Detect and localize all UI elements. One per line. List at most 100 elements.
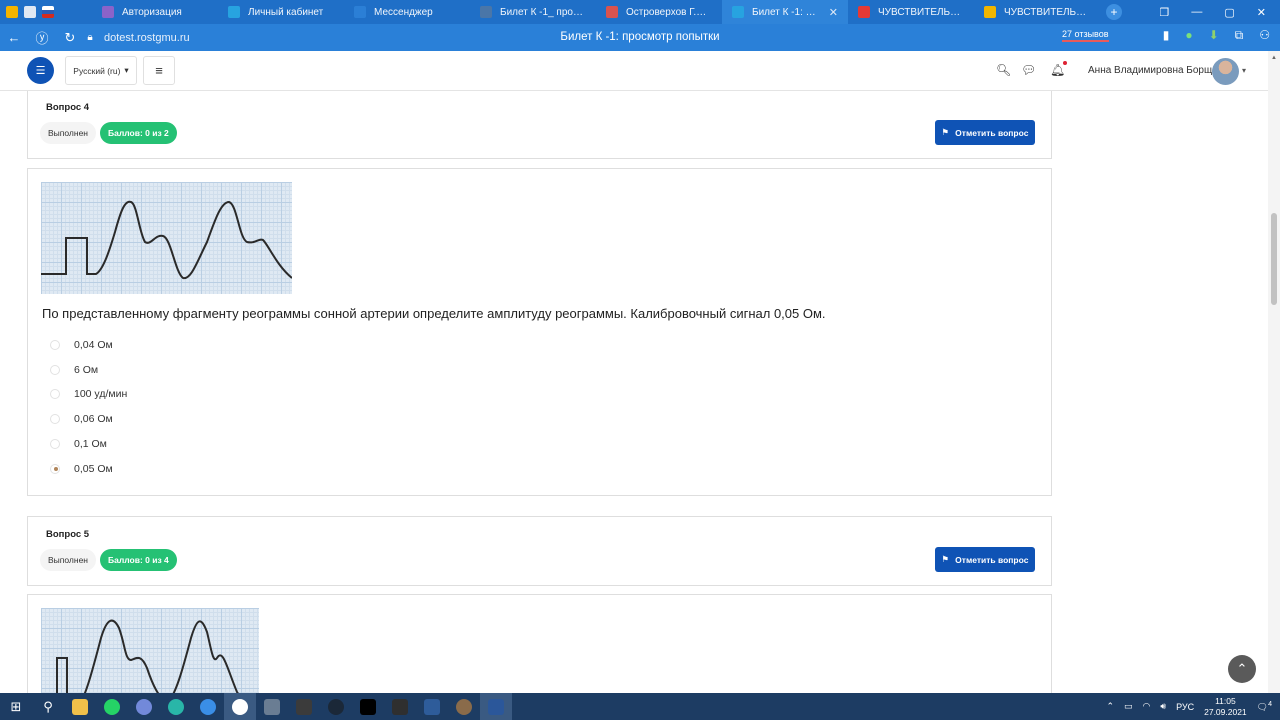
back-to-top-button[interactable]: ⌃: [1228, 655, 1256, 683]
pin-window-icon[interactable]: ❐: [1160, 6, 1170, 19]
word-icon[interactable]: [480, 693, 512, 720]
volume-icon[interactable]: 🔊︎: [1160, 701, 1166, 712]
wifi-icon[interactable]: ◠: [1143, 701, 1151, 712]
browser-tab[interactable]: ЧУВСТВИТЕЛЬНОСТЬ Д: [974, 0, 1100, 24]
page-scrollbar[interactable]: ▲: [1268, 51, 1280, 693]
tab-favicon-icon: [732, 6, 744, 18]
question-grade-badge: Баллов: 0 из 2: [100, 122, 177, 144]
question-state: Выполнен: [40, 122, 96, 144]
menu-icon[interactable]: ≡: [143, 56, 175, 85]
close-window-icon[interactable]: ✕: [1257, 6, 1266, 19]
protect-check-icon[interactable]: ●: [1185, 28, 1192, 43]
rheogram-trace: [41, 200, 293, 280]
minimize-icon[interactable]: —: [1191, 6, 1202, 18]
flag-icon[interactable]: [42, 6, 54, 18]
browser-tab[interactable]: Билет К -1_ просмотр п: [470, 0, 596, 24]
calculator-icon[interactable]: [256, 693, 288, 720]
tab-favicon-icon: [102, 6, 114, 18]
file-explorer-icon[interactable]: [64, 693, 96, 720]
tab-favicon-icon: [354, 6, 366, 18]
messages-icon[interactable]: 💬︎: [1021, 63, 1036, 77]
answer-label: 6 Ом: [74, 363, 99, 376]
discord-icon[interactable]: [128, 693, 160, 720]
notifications-icon[interactable]: 🗨︎4: [1257, 701, 1272, 713]
browser-tab[interactable]: Островерхов Г.Е. - Опер: [596, 0, 722, 24]
tab-label: Билет К -1_ просмотр п: [500, 6, 586, 18]
windows-start-icon[interactable]: ⊞: [0, 693, 32, 720]
browser-tab[interactable]: Билет К -1: просмотр ✕: [722, 0, 848, 24]
question-4-content: По представленному фрагменту реограммы с…: [27, 168, 1052, 496]
window-controls: ❐ — ▢ ✕: [1160, 0, 1280, 24]
rheogram-image: [41, 608, 259, 693]
tab-favicon-icon: [228, 6, 240, 18]
yandex-browser-icon[interactable]: [224, 693, 256, 720]
radio-button[interactable]: [50, 340, 60, 350]
extensions-icon[interactable]: ⧉: [1235, 28, 1244, 43]
radio-button[interactable]: [50, 364, 60, 375]
user-name[interactable]: Анна Владимировна Борщ: [1088, 65, 1212, 76]
app-globe-icon[interactable]: [448, 693, 480, 720]
emblem-icon[interactable]: [24, 6, 36, 18]
url-field[interactable]: dotest.rostgmu.ru: [104, 32, 190, 44]
input-language[interactable]: РУС: [1176, 702, 1194, 712]
radio-button[interactable]: [50, 389, 60, 400]
app-dark-icon[interactable]: [352, 693, 384, 720]
whatsapp-icon[interactable]: [96, 693, 128, 720]
app-snowflake-icon[interactable]: [160, 693, 192, 720]
answer-label: 0,05 Ом: [74, 462, 113, 475]
back-arrow-icon[interactable]: ←: [0, 30, 28, 45]
answer-label: 0,04 Ом: [74, 339, 113, 351]
skype-icon[interactable]: [192, 693, 224, 720]
flag-question-button[interactable]: ⚑ Отметить вопрос: [935, 547, 1035, 572]
radio-button[interactable]: [50, 414, 60, 425]
clock[interactable]: 11:05 27.09.2021: [1204, 696, 1247, 718]
close-tab-icon[interactable]: ✕: [829, 6, 838, 19]
browser-tab[interactable]: Авторизация: [92, 0, 218, 24]
flag-question-button[interactable]: ⚑ Отметить вопрос: [935, 120, 1035, 145]
user-menu-caret-icon[interactable]: ▾: [1242, 66, 1246, 75]
app-bird-icon[interactable]: [384, 693, 416, 720]
question-5-content: [27, 594, 1052, 693]
new-tab-button[interactable]: +: [1106, 4, 1122, 20]
tab-favicon-icon: [480, 6, 492, 18]
scroll-thumb[interactable]: [1271, 213, 1277, 305]
reviews-badge[interactable]: 27 отзывов: [1062, 29, 1109, 42]
answer-option[interactable]: 0,04 Ом: [50, 339, 113, 351]
answer-label: 100 уд/мин: [74, 388, 128, 401]
maximize-icon[interactable]: ▢: [1224, 6, 1234, 19]
radio-button[interactable]: [50, 463, 60, 474]
browser-tab[interactable]: Мессенджер: [344, 0, 470, 24]
profile-icon[interactable]: ⚇: [1259, 28, 1270, 43]
download-icon[interactable]: ⬇: [1209, 28, 1219, 43]
search-icon[interactable]: ⚲: [32, 693, 64, 720]
browser-tab[interactable]: ЧУВСТВИТЕЛЬНОСТЬ Д: [848, 0, 974, 24]
answer-option[interactable]: 0,06 Ом: [50, 413, 113, 425]
search-icon[interactable]: 🔍︎: [996, 63, 1011, 77]
tray-expand-icon[interactable]: ⌃: [1106, 701, 1114, 712]
network-icon[interactable]: ▭: [1124, 701, 1133, 712]
drawer-toggle-icon[interactable]: ☰: [27, 57, 54, 84]
game-app-icon[interactable]: [288, 693, 320, 720]
answer-option[interactable]: 0,1 Ом: [50, 438, 107, 450]
bell-icon[interactable]: 🔔︎: [1050, 63, 1065, 77]
notifications-count: 4: [1268, 700, 1272, 708]
scroll-up-icon[interactable]: ▲: [1271, 55, 1277, 61]
answer-option[interactable]: 0,05 Ом: [50, 463, 113, 475]
answer-label: 0,06 Ом: [74, 413, 113, 426]
reload-icon[interactable]: ↻: [56, 30, 84, 46]
answer-option[interactable]: 100 уд/мин: [50, 388, 127, 400]
steam-icon[interactable]: [320, 693, 352, 720]
windows-taskbar: ⊞ ⚲ ⌃ ▭ ◠ 🔊︎ РУС 11:05 27.09.2021 🗨︎4: [0, 693, 1280, 720]
rheogram-trace: [56, 619, 239, 693]
answer-option[interactable]: 6 Ом: [50, 364, 98, 376]
tab-label: Личный кабинет: [248, 6, 324, 18]
radio-button[interactable]: [50, 438, 60, 449]
avatar[interactable]: [1212, 58, 1239, 85]
language-selector[interactable]: Русский (ru) ▾: [65, 56, 137, 85]
bookmark-icon[interactable]: ▮: [1163, 28, 1170, 43]
mail-icon[interactable]: [6, 6, 18, 18]
yandex-protect-icon[interactable]: ⓨ: [28, 28, 56, 47]
tab-favicon-icon: [858, 6, 870, 18]
app-box-icon[interactable]: [416, 693, 448, 720]
browser-tab[interactable]: Личный кабинет: [218, 0, 344, 24]
